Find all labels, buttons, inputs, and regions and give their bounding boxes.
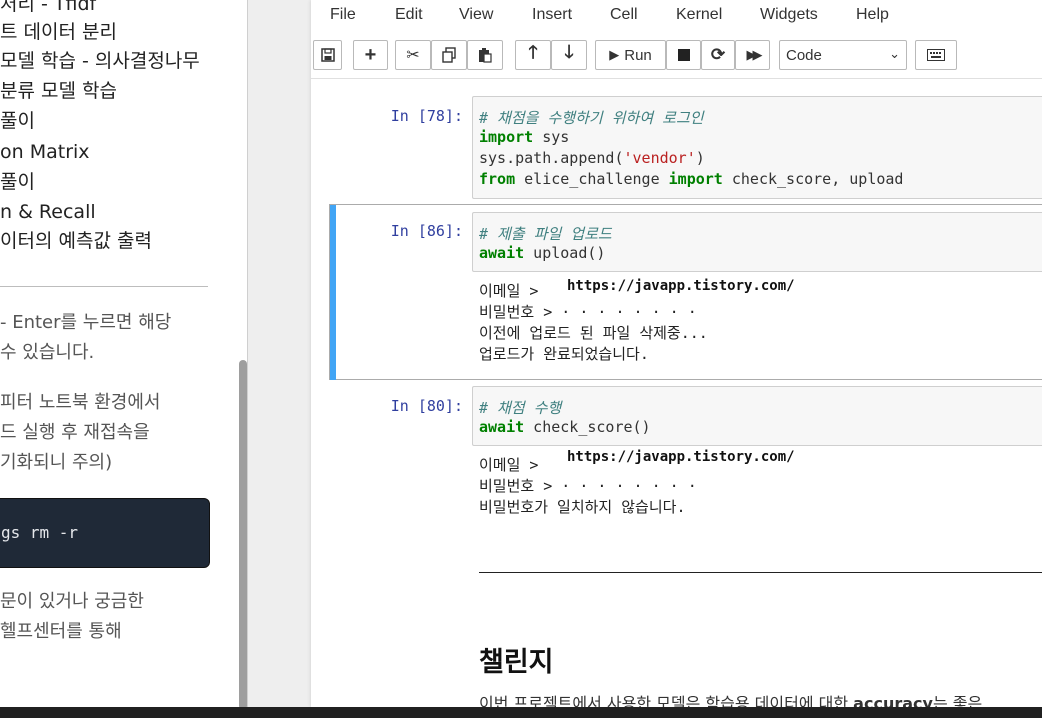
help-text: 헬프센터를 통해 <box>0 621 122 642</box>
code-line: # 채점을 수행하기 위하여 로그인 <box>479 109 704 127</box>
watermark-text: https://javapp.tistory.com/ <box>561 449 801 465</box>
chevron-down-icon: ⌄ <box>889 46 900 61</box>
menu-view[interactable]: View <box>459 6 493 24</box>
toc-item[interactable]: 트 데이터 분리 <box>0 20 117 44</box>
interrupt-button[interactable] <box>666 40 701 70</box>
output-line: 비밀번호 > · · · · · · · · <box>479 303 697 321</box>
code-line: await upload() <box>479 244 606 262</box>
toc-item[interactable]: on Matrix <box>0 140 90 164</box>
cell-input[interactable]: # 채점을 수행하기 위하여 로그인 import sys sys.path.a… <box>472 96 1042 199</box>
save-button[interactable] <box>313 40 342 70</box>
code-line: # 제출 파일 업로드 <box>479 225 612 243</box>
run-label: Run <box>624 46 652 64</box>
code-snippet: gs rm -r <box>0 498 210 568</box>
code-line: # 채점 수행 <box>479 399 562 417</box>
instruction-text: 피터 노트북 환경에서 <box>0 392 161 413</box>
plus-icon: + <box>364 43 377 66</box>
instruction-text: 드 실행 후 재접속을 <box>0 422 150 443</box>
toc-item[interactable]: 풀이 <box>0 170 35 194</box>
cell-type-select[interactable]: Code ⌄ <box>779 40 907 70</box>
copy-icon <box>442 47 456 63</box>
toc-item[interactable]: 처리 - Tfidf <box>0 0 96 16</box>
keyboard-icon <box>927 49 945 61</box>
menu-edit[interactable]: Edit <box>395 6 423 24</box>
lesson-panel: 처리 - Tfidf 트 데이터 분리 모델 학습 - 의사결정나무 분류 모델… <box>0 0 248 718</box>
restart-icon: ⟳ <box>710 45 726 64</box>
paste-icon <box>479 48 492 63</box>
help-text: 문이 있거나 궁금한 <box>0 591 144 612</box>
menu-file[interactable]: File <box>330 6 356 24</box>
stop-icon <box>677 49 690 61</box>
section-heading: 챌린지 <box>479 647 554 678</box>
menu-bar: File Edit View Insert Cell Kernel Widget… <box>311 0 1042 34</box>
cell-prompt: In [86]: <box>390 222 463 240</box>
cell-input[interactable]: # 제출 파일 업로드 await upload() <box>472 212 1042 272</box>
arrow-down-icon: 🡓 <box>564 42 574 62</box>
copy-button[interactable] <box>431 40 467 70</box>
cell-prompt: In [78]: <box>390 107 463 125</box>
insert-cell-button[interactable]: + <box>353 40 388 70</box>
menu-help[interactable]: Help <box>856 6 889 24</box>
code-line: import sys <box>479 128 570 146</box>
move-up-button[interactable]: 🡑 <box>515 40 551 70</box>
restart-button[interactable]: ⟳ <box>701 40 735 70</box>
run-button[interactable]: ▶ Run <box>595 40 666 70</box>
scrollbar-thumb[interactable] <box>239 360 247 710</box>
code-line: sys.path.append('vendor') <box>479 149 705 167</box>
command-palette-button[interactable] <box>915 40 957 70</box>
instruction-text: 기화되니 주의) <box>0 452 113 473</box>
code-cell[interactable]: In [78]: # 채점을 수행하기 위하여 로그인 import sys s… <box>311 96 1042 200</box>
toc-item[interactable]: n & Recall <box>0 200 96 224</box>
code-snippet-text: gs rm -r <box>1 523 79 542</box>
toc-item[interactable]: 분류 모델 학습 <box>0 79 117 103</box>
panel-border <box>247 0 248 718</box>
arrow-up-icon: 🡑 <box>528 42 538 62</box>
menu-cell[interactable]: Cell <box>610 6 638 24</box>
toc-item[interactable]: 모델 학습 - 의사결정나무 <box>0 49 200 73</box>
output-line: 비밀번호가 일치하지 않습니다. <box>479 498 686 516</box>
divider <box>0 286 208 287</box>
save-icon <box>320 48 335 62</box>
play-icon: ▶ <box>609 47 620 62</box>
move-down-button[interactable]: 🡓 <box>551 40 587 70</box>
output-line: 이메일 > <box>479 456 539 474</box>
toolbar: + ✂ 🡑 🡓 ▶ Run ⟳ ▶▶ Code ⌄ <box>311 34 1042 79</box>
fast-forward-icon: ▶▶ <box>746 47 763 62</box>
restart-run-all-button[interactable]: ▶▶ <box>735 40 770 70</box>
instruction-text: - Enter를 누르면 해당 <box>0 312 172 333</box>
toc-item[interactable]: 이터의 예측값 출력 <box>0 229 152 253</box>
paste-button[interactable] <box>467 40 503 70</box>
cut-button[interactable]: ✂ <box>395 40 431 70</box>
output-line: 이전에 업로드 된 파일 삭제중... <box>479 324 708 342</box>
code-cell[interactable]: In [86]: # 제출 파일 업로드 await upload() 이메일 … <box>311 210 1042 378</box>
taskbar <box>0 707 1042 718</box>
scissors-icon: ✂ <box>406 47 420 64</box>
menu-widgets[interactable]: Widgets <box>760 6 818 24</box>
cell-type-value: Code <box>786 47 822 64</box>
horizontal-rule <box>479 572 1042 573</box>
watermark-text: https://javapp.tistory.com/ <box>561 278 801 294</box>
menu-insert[interactable]: Insert <box>532 6 572 24</box>
code-line: await check_score() <box>479 418 651 436</box>
code-line: from elice_challenge import check_score,… <box>479 170 904 188</box>
cell-input[interactable]: # 채점 수행 await check_score() <box>472 386 1042 446</box>
instruction-text: 수 있습니다. <box>0 342 95 363</box>
cell-prompt: In [80]: <box>390 397 463 415</box>
output-line: 비밀번호 > · · · · · · · · <box>479 477 697 495</box>
output-line: 업로드가 완료되었습니다. <box>479 345 649 363</box>
menu-kernel[interactable]: Kernel <box>676 6 722 24</box>
output-line: 이메일 > <box>479 282 539 300</box>
toc-item[interactable]: 풀이 <box>0 109 35 133</box>
